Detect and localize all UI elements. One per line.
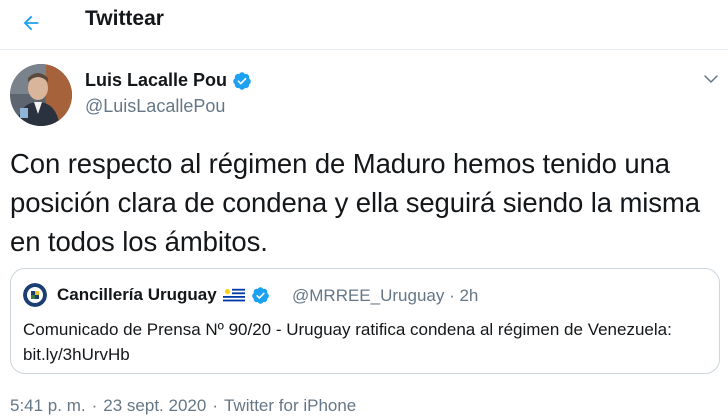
uruguay-seal-icon: [23, 283, 47, 307]
quoted-handle-time: @MRREE_Uruguay · 2h: [292, 286, 479, 305]
author-name-row[interactable]: Luis Lacalle Pou: [85, 70, 252, 91]
quoted-avatar: [23, 283, 47, 307]
tweet-time[interactable]: 5:41 p. m.: [10, 396, 86, 416]
meta-separator: ·: [91, 396, 98, 415]
quoted-name-row: Cancillería Uruguay: [57, 285, 270, 305]
chevron-down-icon: [704, 75, 718, 83]
author-avatar[interactable]: [10, 64, 72, 126]
author-name: Luis Lacalle Pou: [85, 70, 228, 90]
arrow-left-icon: [23, 15, 39, 31]
back-button[interactable]: [14, 6, 48, 40]
quoted-tweet[interactable]: Cancillería Uruguay @MRREE_Uruguay · 2h …: [10, 268, 720, 374]
author-handle[interactable]: @LuisLacallePou: [85, 96, 225, 117]
tweet-meta: 5:41 p. m. · 23 sept. 2020 · Twitter for…: [10, 396, 356, 416]
meta-separator: ·: [212, 396, 218, 415]
uruguay-flag-icon: [222, 287, 245, 303]
more-options-button[interactable]: [698, 66, 724, 92]
tweet-source[interactable]: Twitter for iPhone: [224, 396, 356, 416]
verified-badge-icon: [251, 286, 269, 304]
tweet-date[interactable]: 23 sept. 2020: [103, 396, 206, 416]
verified-badge-icon: [233, 71, 251, 90]
top-bar: Twittear: [0, 0, 728, 50]
quoted-author-name: Cancillería Uruguay: [57, 285, 217, 304]
quoted-text: Comunicado de Prensa Nº 90/20 - Uruguay …: [23, 320, 672, 364]
tweet-text: Con respecto al régimen de Maduro hemos …: [10, 148, 700, 257]
page-title: Twittear: [85, 7, 164, 30]
